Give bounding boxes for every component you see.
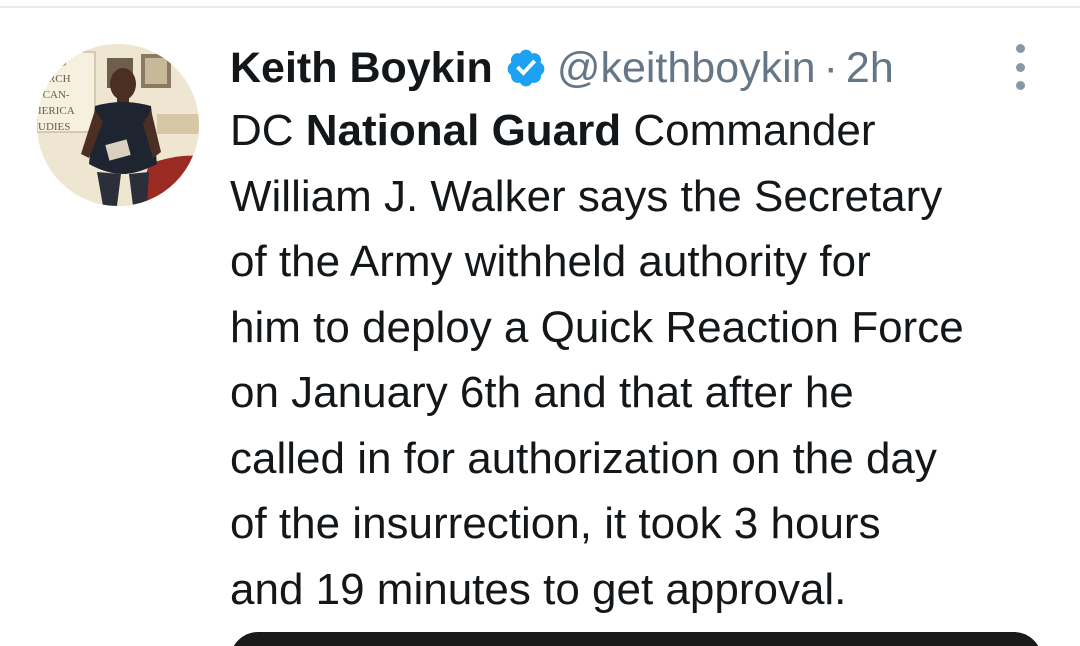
tweet-line-5: on January 6th and that after he [230, 368, 854, 417]
avatar-sign-line-4: IERICA [38, 105, 75, 117]
avatar[interactable]: E FO ARCH ICAN- IERICA UDIES [37, 44, 199, 206]
tweet-line-1: DC National Guard Commander [230, 106, 876, 155]
media-preview[interactable] [230, 632, 1042, 646]
avatar-sign-line-5: UDIES [38, 121, 70, 133]
tweet-line-3: of the Army withheld authority for [230, 237, 871, 286]
top-divider [0, 0, 1080, 8]
timestamp[interactable]: 2h [846, 38, 894, 98]
avatar-photo: E FO ARCH ICAN- IERICA UDIES [37, 44, 199, 206]
more-dot [1015, 44, 1025, 53]
separator: · [823, 44, 838, 92]
tweet-line-4: him to deploy a Quick Reaction Force [230, 302, 964, 352]
author-handle[interactable]: @keithboykin [557, 38, 816, 98]
tweet-line-8: and 19 minutes to get approval. [230, 564, 847, 614]
tweet-line-7: of the insurrection, it took 3 hours [230, 499, 881, 548]
more-dot [1015, 62, 1025, 72]
tweet-header: Keith Boykin @keithboykin · 2h [230, 38, 894, 98]
more-vertical-icon[interactable] [1002, 44, 1038, 90]
tweet-line-6: called in for authorization on the day [230, 433, 937, 483]
avatar-sign-line-3: ICAN- [39, 89, 70, 101]
tweet-text: DC National Guard Commander William J. W… [230, 98, 1060, 622]
tweet-line-2: William J. Walker says the Secretary [230, 171, 943, 221]
more-dot [1015, 81, 1025, 90]
verified-badge-icon [507, 49, 545, 87]
avatar-sign-line-1: E FO [43, 57, 67, 69]
avatar-sign-line-2: ARCH [40, 73, 71, 85]
author-name[interactable]: Keith Boykin [230, 38, 493, 98]
